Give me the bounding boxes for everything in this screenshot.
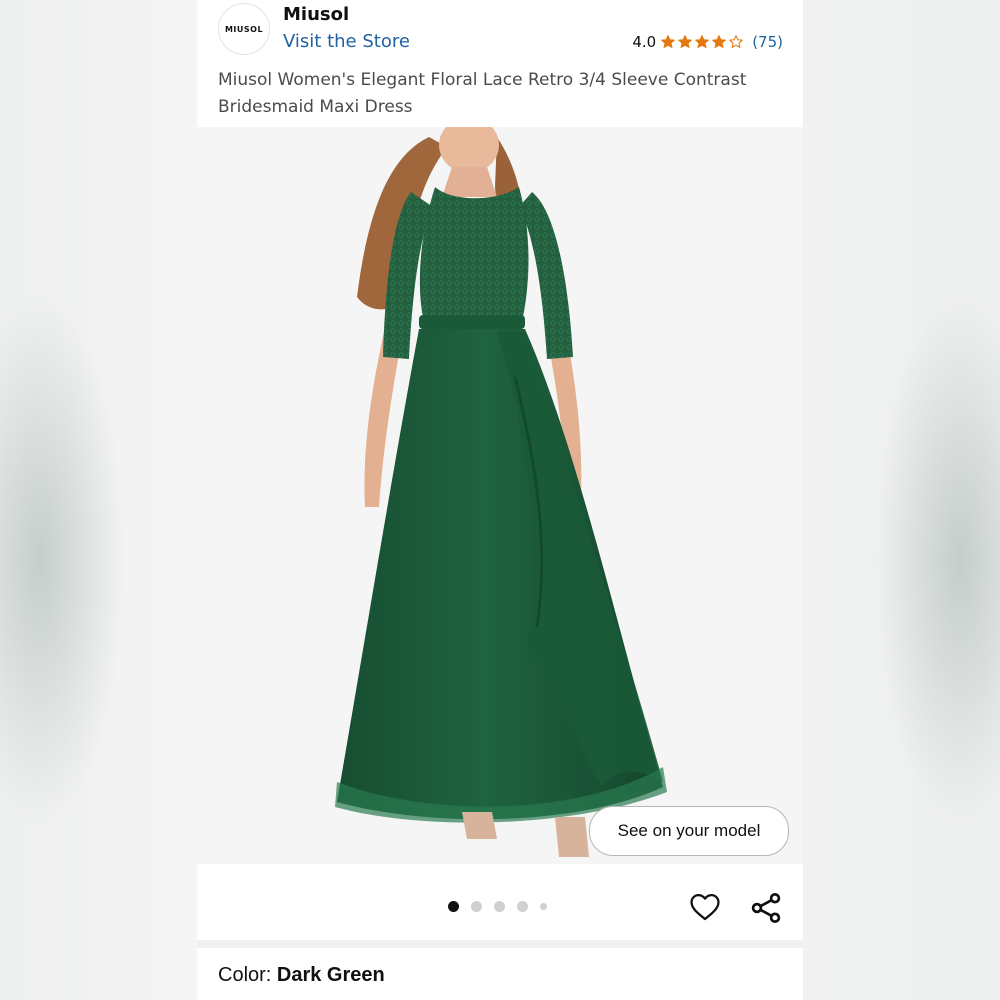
- brand-logo[interactable]: MIUSOL: [218, 3, 270, 55]
- carousel-dots[interactable]: [448, 901, 547, 912]
- carousel-dot[interactable]: [494, 901, 505, 912]
- color-selection: Color: Dark Green: [218, 964, 385, 987]
- color-value: Dark Green: [276, 964, 385, 986]
- star-filled-icon: [695, 35, 710, 48]
- carousel-dot[interactable]: [471, 901, 482, 912]
- brand-name[interactable]: Miusol: [283, 4, 349, 25]
- brand-logo-text: MIUSOL: [224, 24, 264, 34]
- visit-store-link[interactable]: Visit the Store: [283, 31, 410, 52]
- rating-value: 4.0: [632, 33, 657, 51]
- star-filled-icon: [661, 35, 676, 48]
- rating[interactable]: 4.0 (75): [632, 33, 783, 51]
- color-label: Color:: [218, 964, 277, 986]
- dress-photo: [335, 127, 667, 857]
- gallery-controls: [197, 864, 803, 940]
- star-rating: [660, 34, 744, 50]
- carousel-dot[interactable]: [448, 901, 459, 912]
- carousel-dot[interactable]: [540, 903, 547, 910]
- see-on-your-model-button[interactable]: See on your model: [589, 806, 789, 856]
- section-divider: [197, 940, 803, 948]
- star-filled-icon: [678, 35, 693, 48]
- star-empty-icon: [729, 35, 744, 48]
- review-count[interactable]: (75): [752, 33, 783, 51]
- share-button[interactable]: [748, 890, 784, 926]
- heart-icon: [690, 893, 720, 921]
- wishlist-button[interactable]: [688, 890, 722, 924]
- star-filled-icon: [712, 35, 727, 48]
- share-icon: [751, 893, 781, 923]
- product-title: Miusol Women's Elegant Floral Lace Retro…: [218, 70, 747, 117]
- product-header: MIUSOL Miusol Visit the Store 4.0 (75) M…: [197, 0, 803, 127]
- carousel-dot[interactable]: [517, 901, 528, 912]
- product-image[interactable]: See on your model: [197, 127, 803, 864]
- product-card: MIUSOL Miusol Visit the Store 4.0 (75) M…: [197, 0, 803, 1000]
